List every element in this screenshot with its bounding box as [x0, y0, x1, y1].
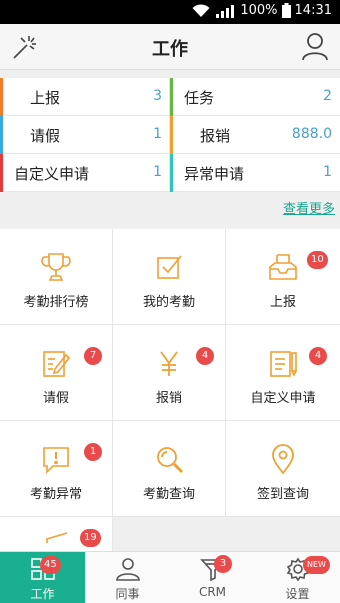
tile-partial-icon — [46, 532, 68, 543]
badge: 19 — [80, 529, 101, 547]
summary-value: 1 — [153, 126, 162, 142]
inbox-icon — [269, 254, 297, 280]
summary-label: 异常申请 — [184, 165, 245, 183]
summary-label: 请假 — [30, 127, 61, 145]
tile-label: 签到查询 — [256, 487, 309, 502]
tab-colleagues[interactable]: 同事 — [85, 552, 170, 603]
tile-partial[interactable]: 19 — [0, 517, 113, 551]
signal-icon — [216, 4, 235, 18]
summary-panel: 上报 3 任务 2 请假 1 报销 888.0 自定义申请 1 异常申请 1 — [0, 78, 340, 192]
tab-label: CRM — [198, 585, 227, 599]
badge: 1 — [84, 443, 102, 461]
summary-item-leave[interactable]: 请假 1 — [0, 116, 170, 154]
summary-value: 888.0 — [291, 126, 332, 142]
new-badge: NEW — [303, 556, 330, 574]
person-icon — [115, 558, 140, 581]
tile-attendance-ranking[interactable]: 考勤排行榜 — [0, 229, 113, 325]
badge: 10 — [307, 251, 328, 269]
bottom-tab-bar: 工作 45 同事 CRM 3 设置 NEW — [0, 551, 340, 603]
search-icon — [157, 447, 184, 474]
summary-label: 报销 — [200, 127, 231, 145]
summary-label: 自定义申请 — [14, 165, 90, 183]
tile-label: 上报 — [269, 295, 296, 310]
trophy-icon — [41, 253, 71, 281]
summary-item-exception-request[interactable]: 异常申请 1 — [170, 154, 340, 192]
tile-leave[interactable]: 请假 7 — [0, 325, 113, 421]
tab-label: 设置 — [285, 587, 310, 601]
badge: 3 — [214, 555, 232, 573]
badge: 7 — [84, 347, 102, 365]
yen-icon — [160, 351, 178, 376]
summary-item-expense[interactable]: 报销 888.0 — [170, 116, 340, 154]
tile-checkin-query[interactable]: 签到查询 — [226, 421, 340, 517]
edit-document-icon — [43, 351, 71, 377]
tab-label: 同事 — [115, 587, 140, 601]
summary-label: 上报 — [30, 89, 61, 107]
battery-icon — [281, 3, 291, 18]
tile-my-attendance[interactable]: 我的考勤 — [113, 229, 226, 325]
battery-percent: 100% — [240, 3, 278, 18]
tab-settings[interactable]: 设置 NEW — [255, 552, 340, 603]
summary-value: 2 — [323, 88, 332, 104]
tile-label: 考勤排行榜 — [23, 295, 89, 310]
tile-label: 请假 — [42, 391, 69, 406]
location-pin-icon — [272, 444, 294, 475]
tile-label: 考勤查询 — [142, 487, 195, 502]
tab-crm[interactable]: CRM 3 — [170, 552, 255, 603]
tile-expense[interactable]: 报销 4 — [113, 325, 226, 421]
summary-item-task[interactable]: 任务 2 — [170, 78, 340, 116]
summary-value: 1 — [323, 164, 332, 180]
alert-message-icon — [43, 447, 69, 474]
tile-label: 我的考勤 — [142, 295, 195, 310]
summary-item-report[interactable]: 上报 3 — [0, 78, 170, 116]
status-bar: 100% 14:31 — [0, 0, 340, 24]
tile-attendance-query[interactable]: 考勤查询 — [113, 421, 226, 517]
app-header: 工作 — [0, 24, 340, 70]
badge: 4 — [309, 347, 327, 365]
badge: 45 — [40, 556, 61, 574]
tile-attendance-exception[interactable]: 考勤异常 1 — [0, 421, 113, 517]
summary-label: 任务 — [184, 89, 215, 107]
wifi-icon — [192, 3, 210, 17]
profile-icon[interactable] — [300, 31, 330, 61]
tile-label: 自定义申请 — [250, 391, 316, 406]
tile-custom-request[interactable]: 自定义申请 4 — [226, 325, 340, 421]
tab-work[interactable]: 工作 45 — [0, 552, 85, 603]
view-more-link[interactable]: 查看更多 — [283, 198, 335, 217]
summary-item-custom-request[interactable]: 自定义申请 1 — [0, 154, 170, 192]
tile-label: 报销 — [155, 391, 182, 406]
summary-value: 1 — [153, 164, 162, 180]
clock: 14:31 — [294, 3, 332, 18]
badge: 4 — [196, 347, 214, 365]
summary-value: 3 — [153, 88, 162, 104]
page-title: 工作 — [152, 39, 188, 60]
tile-label: 考勤异常 — [29, 487, 82, 502]
tab-label: 工作 — [30, 587, 55, 601]
tile-report[interactable]: 上报 10 — [226, 229, 340, 325]
document-icon — [270, 351, 297, 377]
checkbox-icon — [157, 255, 182, 279]
